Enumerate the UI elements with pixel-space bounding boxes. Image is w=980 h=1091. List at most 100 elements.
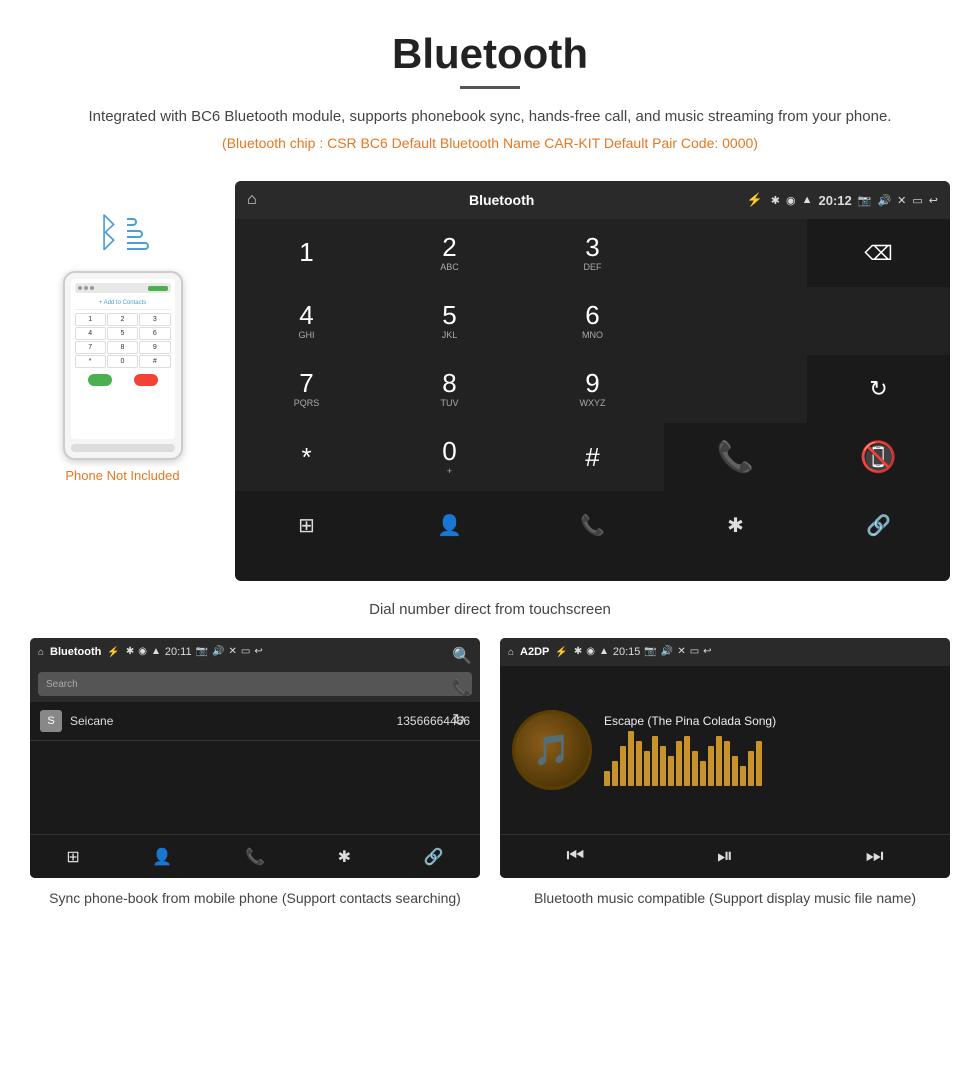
search-action-icon[interactable]: 🔍 [452,646,472,666]
mini-nav-person[interactable]: 👤 [152,847,172,867]
car-usb-icon: ⚡ [747,192,763,208]
key-9[interactable]: 9 WXYZ [521,355,664,423]
key-5[interactable]: 5 JKL [378,287,521,355]
mini-nav-bt[interactable]: ✱ [338,847,351,867]
mini-nav-link[interactable]: 🔗 [424,847,444,867]
page-header: Bluetooth Integrated with BC6 Bluetooth … [0,0,980,161]
music-info: Escape (The Pina Colada Song) [604,714,938,786]
volume-icon: 🔊 [877,194,891,207]
key-1[interactable]: 1 [235,219,378,287]
nav-grid-icon[interactable]: ⊞ [235,491,378,559]
phone-not-included-label: Phone Not Included [65,468,179,483]
prev-button[interactable]: ⏮ [566,845,584,868]
phone-screen: + Add to Contacts 1 2 3 4 5 6 7 8 9 * 0 … [71,279,175,439]
key-2[interactable]: 2 ABC [378,219,521,287]
end-call-button[interactable]: 📵 [807,423,950,491]
mini-music-screen: ⌂ A2DP ⚡ ✱ ◉ ▲ 20:15 📷 🔊 ✕ ▭ ↩ 🎵 [500,638,950,878]
phone-container: ᛒ + Add to Contacts 1 2 3 [30,181,215,483]
signal-waves-icon [127,218,149,250]
phone-home-button [71,444,175,452]
caption-right: Bluetooth music compatible (Support disp… [534,888,916,909]
phonebook-search-area: Search [30,666,480,702]
phone-end-button [134,374,158,386]
main-caption: Dial number direct from touchscreen [0,591,980,638]
phone-status-bar [75,283,171,293]
mini-status-bar-right: ⌂ A2DP ⚡ ✱ ◉ ▲ 20:15 📷 🔊 ✕ ▭ ↩ [500,638,950,666]
mini-nav-phone[interactable]: 📞 [245,847,265,867]
phone-call-button [88,374,112,386]
car-time: 20:12 [819,193,852,208]
phone-keypad: 1 2 3 4 5 6 7 8 9 * 0 # [75,313,171,368]
bluetooth-icon-area: ᛒ [97,211,149,256]
key-6[interactable]: 6 MNO [521,287,664,355]
mini-phonebook-screen: ⌂ Bluetooth ⚡ ✱ ◉ ▲ 20:11 📷 🔊 ✕ ▭ ↩ [30,638,480,878]
display-area-top [664,219,807,287]
page-title: Bluetooth [20,30,960,78]
refresh-key[interactable]: ↻ [807,355,950,423]
phone-mockup: + Add to Contacts 1 2 3 4 5 6 7 8 9 * 0 … [63,271,183,460]
bluetooth-symbol-icon: ᛒ [97,211,121,256]
contact-row[interactable]: S Seicane 13566664466 [30,702,480,741]
car-status-icons: ✱ ◉ ▲ 20:12 📷 🔊 ✕ ▭ ↩ [771,193,938,208]
mini-status-bar-left: ⌂ Bluetooth ⚡ ✱ ◉ ▲ 20:11 📷 🔊 ✕ ▭ ↩ [30,638,480,666]
call-action-icon[interactable]: 📞 [452,678,472,698]
key-0[interactable]: 0 + [378,423,521,491]
car-status-bar: ⌂ Bluetooth ⚡ ✱ ◉ ▲ 20:12 📷 🔊 ✕ ▭ ↩ [235,181,950,219]
music-item: ⌂ A2DP ⚡ ✱ ◉ ▲ 20:15 📷 🔊 ✕ ▭ ↩ 🎵 [500,638,950,909]
nav-link-icon[interactable]: 🔗 [807,491,950,559]
car-screen-title: Bluetooth [265,192,739,208]
contact-name: Seicane [70,714,397,728]
location-icon: ◉ [786,194,796,207]
car-screen-dialpad: ⌂ Bluetooth ⚡ ✱ ◉ ▲ 20:12 📷 🔊 ✕ ▭ ↩ 1 [235,181,950,581]
title-divider [460,86,520,89]
display-area-mid [664,287,950,355]
play-pause-button[interactable]: ⏯ [717,845,733,868]
music-body: 🎵 Escape (The Pina Colada Song) [500,666,950,834]
refresh-action-icon[interactable]: ↻ [452,710,472,730]
display-area-bot [664,355,807,423]
key-star[interactable]: * [235,423,378,491]
nav-contacts-icon[interactable]: 👤 [378,491,521,559]
key-4[interactable]: 4 GHI [235,287,378,355]
phone-bottom-buttons [75,372,171,388]
song-title: Escape (The Pina Colada Song) [604,714,938,728]
camera-icon: 📷 [858,194,872,207]
dialpad-area: 1 2 ABC 3 DEF ⌫ 4 GHI 5 JKL [235,219,950,559]
main-section: ᛒ + Add to Contacts 1 2 3 [0,161,980,591]
phonebook-item: ⌂ Bluetooth ⚡ ✱ ◉ ▲ 20:11 📷 🔊 ✕ ▭ ↩ [30,638,480,909]
back-icon[interactable]: ↩ [929,194,938,207]
contact-letter: S [40,710,62,732]
key-hash[interactable]: # [521,423,664,491]
album-art: 🎵 [512,710,592,790]
mini-home-icon-r[interactable]: ⌂ [508,647,514,658]
key-3[interactable]: 3 DEF [521,219,664,287]
delete-key[interactable]: ⌫ [807,219,950,287]
call-button[interactable]: 📞 [664,423,807,491]
mini-usb-icon-r: ⚡ [555,647,567,658]
next-button[interactable]: ⏭ [866,845,884,868]
wifi-icon: ▲ [802,194,813,206]
key-7[interactable]: 7 PQRS [235,355,378,423]
music-note-icon: 🎵 [533,733,570,768]
close-icon[interactable]: ✕ [897,194,906,207]
bottom-section: ⌂ Bluetooth ⚡ ✱ ◉ ▲ 20:11 📷 🔊 ✕ ▭ ↩ [0,638,980,929]
mini-usb-icon: ⚡ [107,647,119,658]
window-icon[interactable]: ▭ [912,194,922,207]
search-box[interactable]: Search [38,672,472,696]
nav-bt-icon[interactable]: ✱ [664,491,807,559]
bt-icon: ✱ [771,194,780,207]
key-8[interactable]: 8 TUV [378,355,521,423]
caption-left: Sync phone-book from mobile phone (Suppo… [49,888,461,909]
music-controls: ⏮ ⏯ ⏭ [500,834,950,878]
mini-status-icons: ✱ ◉ ▲ 20:11 📷 🔊 ✕ ▭ ↩ [126,646,263,658]
spec-line: (Bluetooth chip : CSR BC6 Default Blueto… [20,135,960,151]
mini-nav-grid[interactable]: ⊞ [66,847,79,867]
mini-home-icon[interactable]: ⌂ [38,647,44,658]
music-visualizer [604,736,938,786]
mini-status-icons-r: ✱ ◉ ▲ 20:15 📷 🔊 ✕ ▭ ↩ [574,646,712,658]
car-home-icon[interactable]: ⌂ [247,191,257,209]
nav-phone-icon[interactable]: 📞 [521,491,664,559]
mini-bottom-nav-left: ⊞ 👤 📞 ✱ 🔗 [30,834,480,878]
page-description: Integrated with BC6 Bluetooth module, su… [20,105,960,129]
phonebook-actions: 🔍 📞 ↻ [452,646,472,730]
